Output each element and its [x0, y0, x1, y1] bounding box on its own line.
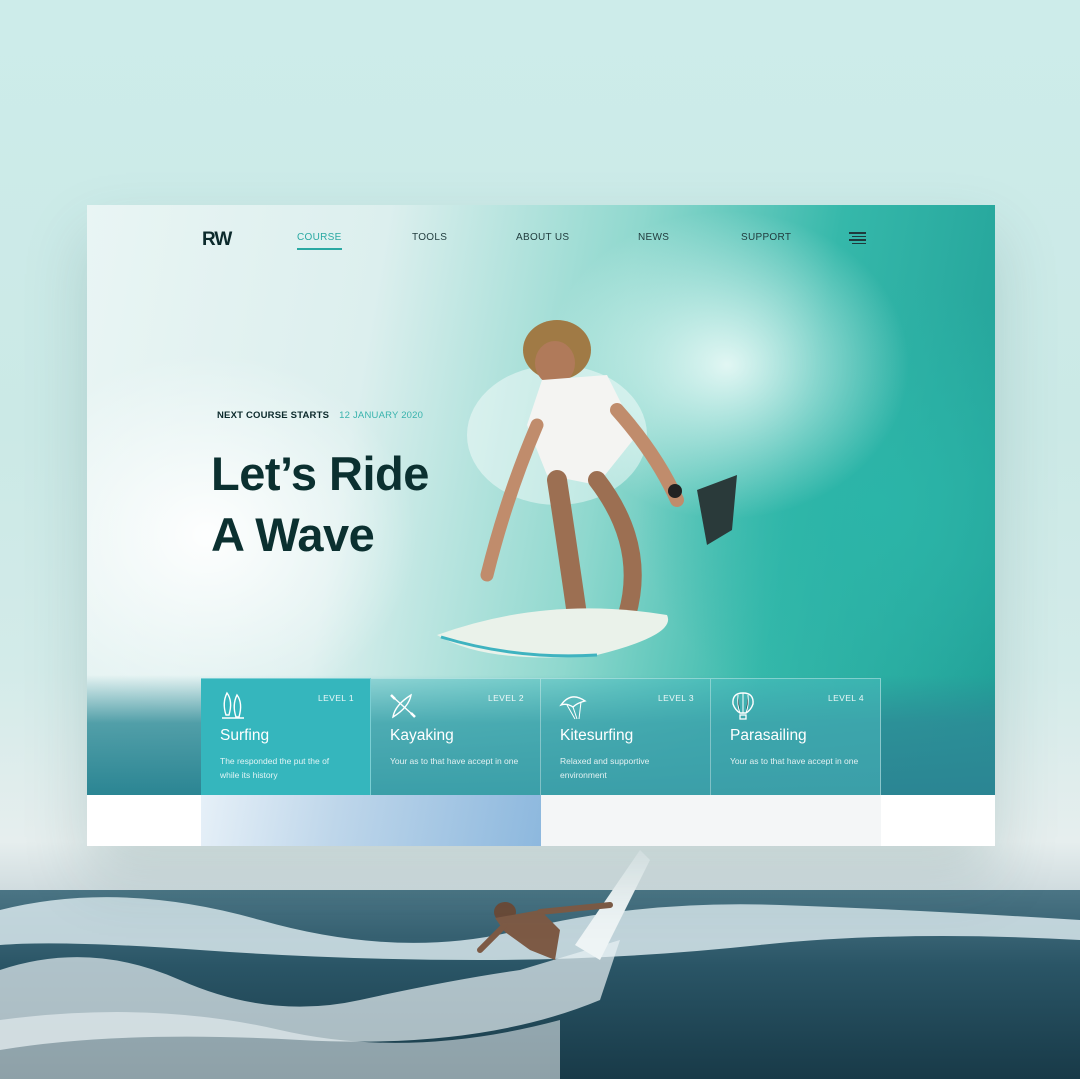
level-title: Surfing — [220, 727, 270, 744]
nav-item-about-us[interactable]: ABOUT US — [516, 232, 569, 243]
nav-item-course[interactable]: COURSE — [297, 232, 342, 250]
level-description: Your as to that have accept in one — [730, 756, 859, 766]
nav-item-support[interactable]: SUPPORT — [741, 232, 791, 243]
next-course-date: 12 JANUARY 2020 — [339, 410, 424, 421]
level-card-kitesurfing[interactable]: LEVEL 3 Kitesurfing Relaxed and supporti… — [541, 678, 711, 795]
level-card-parasailing[interactable]: LEVEL 4 Parasailing Your as to that have… — [711, 678, 881, 795]
level-title: Kayaking — [390, 727, 454, 744]
hamburger-menu-icon[interactable] — [849, 232, 866, 245]
headline-line-1: Let’s Ride — [211, 447, 429, 500]
bottom-strip-sky-photo — [201, 795, 541, 846]
next-course-info: NEXT COURSE STARTS 12 JANUARY 2020 — [217, 410, 423, 421]
level-title: Parasailing — [730, 727, 807, 744]
background-ocean-photo — [0, 850, 1080, 1079]
level-cards: LEVEL 1 Surfing The responded the put th… — [201, 678, 881, 795]
logo[interactable]: RW — [202, 229, 232, 251]
bottom-strip-panel — [541, 795, 881, 846]
level-label: LEVEL 4 — [827, 693, 864, 703]
level-title: Kitesurfing — [560, 727, 634, 744]
top-navigation: RW COURSE TOOLS ABOUT US NEWS SUPPORT — [87, 205, 995, 275]
hero-headline: Let’s Ride A Wave — [211, 443, 429, 565]
level-description: The responded the put the of while its h… — [220, 756, 330, 780]
website-mockup-screen: RW COURSE TOOLS ABOUT US NEWS SUPPORT NE… — [87, 205, 995, 846]
level-label: LEVEL 3 — [657, 693, 694, 703]
headline-line-2: A Wave — [211, 508, 375, 561]
level-description: Your as to that have accept in one — [390, 756, 519, 766]
hot-air-balloon-icon — [732, 692, 754, 720]
level-card-surfing[interactable]: LEVEL 1 Surfing The responded the put th… — [201, 678, 371, 795]
kite-icon — [559, 696, 587, 720]
kayak-icon — [390, 693, 416, 719]
next-course-label: NEXT COURSE STARTS — [217, 410, 330, 421]
level-label: LEVEL 2 — [487, 693, 524, 703]
level-card-kayaking[interactable]: LEVEL 2 Kayaking Your as to that have ac… — [371, 678, 541, 795]
nav-item-tools[interactable]: TOOLS — [412, 232, 447, 243]
surfboard-icon — [222, 691, 244, 719]
nav-item-news[interactable]: NEWS — [638, 232, 669, 243]
surfer-figure — [437, 320, 737, 658]
level-description: Relaxed and supportive environment — [560, 756, 650, 780]
level-label: LEVEL 1 — [317, 693, 354, 703]
